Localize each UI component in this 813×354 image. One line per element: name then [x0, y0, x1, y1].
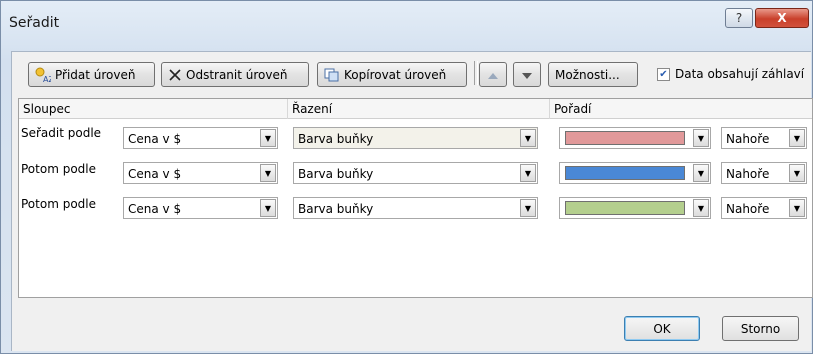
row-3-position-select[interactable]: Nahoře ▼	[721, 197, 807, 219]
svg-text:AZ: AZ	[43, 75, 51, 83]
options-button[interactable]: Možnosti...	[548, 62, 638, 87]
row-1-column-value: Cena v $	[128, 132, 182, 146]
row-2-column-select[interactable]: Cena v $ ▼	[123, 162, 278, 184]
row-3-label: Potom podle	[21, 197, 96, 211]
chevron-down-icon[interactable]: ▼	[789, 199, 805, 217]
cancel-button[interactable]: Storno	[722, 316, 799, 341]
row-1-position-select[interactable]: Nahoře ▼	[721, 127, 807, 149]
checkmark-icon: ✔	[659, 69, 668, 80]
header-divider	[287, 99, 288, 119]
row-2-position-select[interactable]: Nahoře ▼	[721, 162, 807, 184]
chevron-down-icon[interactable]: ▼	[260, 129, 276, 147]
chevron-down-icon[interactable]: ▼	[520, 199, 536, 217]
row-2-column-value: Cena v $	[128, 167, 182, 181]
close-button[interactable]: X	[755, 8, 809, 28]
row-1-column-select[interactable]: Cena v $ ▼	[123, 127, 278, 149]
row-3-sort-on-value: Barva buňky	[298, 202, 374, 216]
move-down-button[interactable]	[513, 62, 541, 87]
row-3-color-swatch	[565, 201, 685, 215]
row-2-sort-on-select[interactable]: Barva buňky ▼	[293, 162, 538, 184]
header-order: Pořadí	[554, 102, 592, 116]
header-checkbox-label[interactable]: Data obsahují záhlaví	[675, 67, 804, 81]
sort-dialog: Seřadit ? X AZ Přidat úroveň Odstranit ú…	[0, 0, 813, 354]
sort-levels-grid: Sloupec Řazení Pořadí Seřadit podle Cena…	[18, 98, 813, 298]
add-level-label: Přidat úroveň	[55, 67, 136, 82]
add-level-icon: AZ	[35, 67, 51, 83]
chevron-down-icon[interactable]: ▼	[260, 164, 276, 182]
move-up-button[interactable]	[479, 62, 507, 87]
header-sort-on: Řazení	[292, 102, 333, 116]
grid-header: Sloupec Řazení Pořadí	[19, 99, 812, 119]
row-1-sort-on-select[interactable]: Barva buňky ▼	[293, 127, 538, 149]
toolbar-separator	[474, 61, 478, 85]
row-2-label: Potom podle	[21, 162, 96, 176]
header-divider	[549, 99, 550, 119]
chevron-down-icon[interactable]: ▼	[789, 164, 805, 182]
row-1-sort-on-value: Barva buňky	[298, 132, 374, 146]
row-3-column-select[interactable]: Cena v $ ▼	[123, 197, 278, 219]
row-1-color-swatch	[565, 131, 685, 145]
row-1-position-value: Nahoře	[726, 132, 770, 146]
row-1-label: Seřadit podle	[21, 126, 102, 140]
header-column: Sloupec	[23, 102, 71, 116]
arrow-down-icon	[522, 68, 532, 82]
row-3-column-value: Cena v $	[128, 202, 182, 216]
row-2-sort-on-value: Barva buňky	[298, 167, 374, 181]
row-3-color-select[interactable]: ▼	[559, 197, 711, 219]
chevron-down-icon[interactable]: ▼	[520, 129, 536, 147]
ok-button[interactable]: OK	[624, 316, 700, 341]
row-2-position-value: Nahoře	[726, 167, 770, 181]
help-button[interactable]: ?	[725, 8, 753, 28]
chevron-down-icon[interactable]: ▼	[260, 199, 276, 217]
chevron-down-icon[interactable]: ▼	[693, 199, 709, 217]
copy-level-label: Kopírovat úroveň	[344, 67, 447, 82]
copy-icon	[324, 68, 340, 82]
row-1-color-select[interactable]: ▼	[559, 127, 711, 149]
delete-x-icon	[168, 68, 182, 82]
row-2-color-select[interactable]: ▼	[559, 162, 711, 184]
copy-level-button[interactable]: Kopírovat úroveň	[317, 62, 467, 87]
row-3-position-value: Nahoře	[726, 202, 770, 216]
delete-level-label: Odstranit úroveň	[186, 67, 288, 82]
arrow-up-icon	[488, 68, 498, 82]
chevron-down-icon[interactable]: ▼	[789, 129, 805, 147]
delete-level-button[interactable]: Odstranit úroveň	[161, 62, 309, 87]
row-2-color-swatch	[565, 166, 685, 180]
row-3-sort-on-select[interactable]: Barva buňky ▼	[293, 197, 538, 219]
chevron-down-icon[interactable]: ▼	[520, 164, 536, 182]
chevron-down-icon[interactable]: ▼	[693, 129, 709, 147]
dialog-title: Seřadit	[9, 15, 60, 31]
add-level-button[interactable]: AZ Přidat úroveň	[28, 62, 155, 87]
chevron-down-icon[interactable]: ▼	[693, 164, 709, 182]
header-checkbox[interactable]: ✔	[657, 68, 670, 81]
options-label: Možnosti...	[555, 67, 620, 82]
